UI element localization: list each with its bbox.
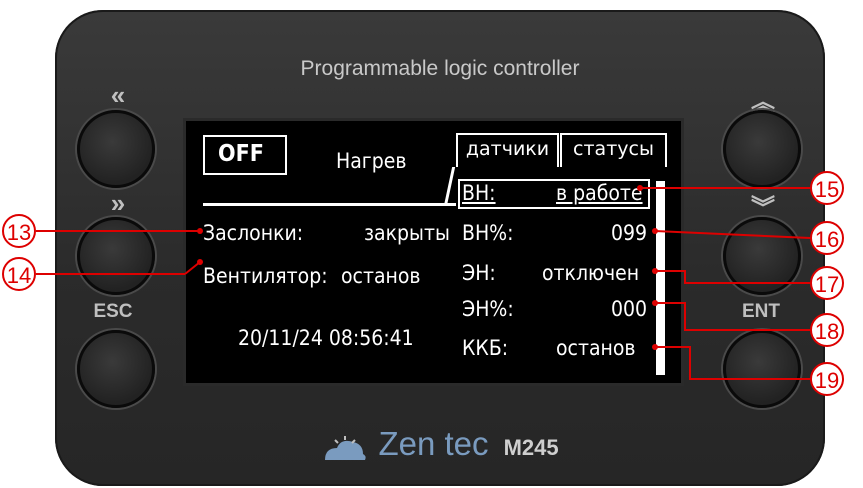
- callout-16: 16: [810, 221, 844, 255]
- callout-18: 18: [810, 313, 844, 347]
- callout-13: 13: [2, 214, 36, 248]
- callout-lines: [36, 185, 811, 380]
- callout-14: 14: [2, 257, 36, 291]
- callout-19: 19: [810, 362, 844, 396]
- callout-17: 17: [810, 266, 844, 300]
- callout-15: 15: [810, 171, 844, 205]
